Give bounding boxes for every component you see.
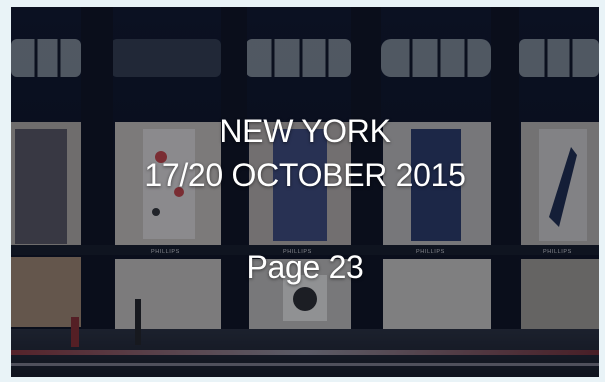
page-number: Page 23 bbox=[246, 249, 364, 285]
catalogue-cover-frame: PHILLIPS PHILLIPS PHILLIPS PHILLIPS NEW … bbox=[11, 7, 599, 377]
city-title: NEW YORK bbox=[219, 113, 391, 149]
auction-dates: 17/20 OCTOBER 2015 bbox=[144, 157, 466, 193]
